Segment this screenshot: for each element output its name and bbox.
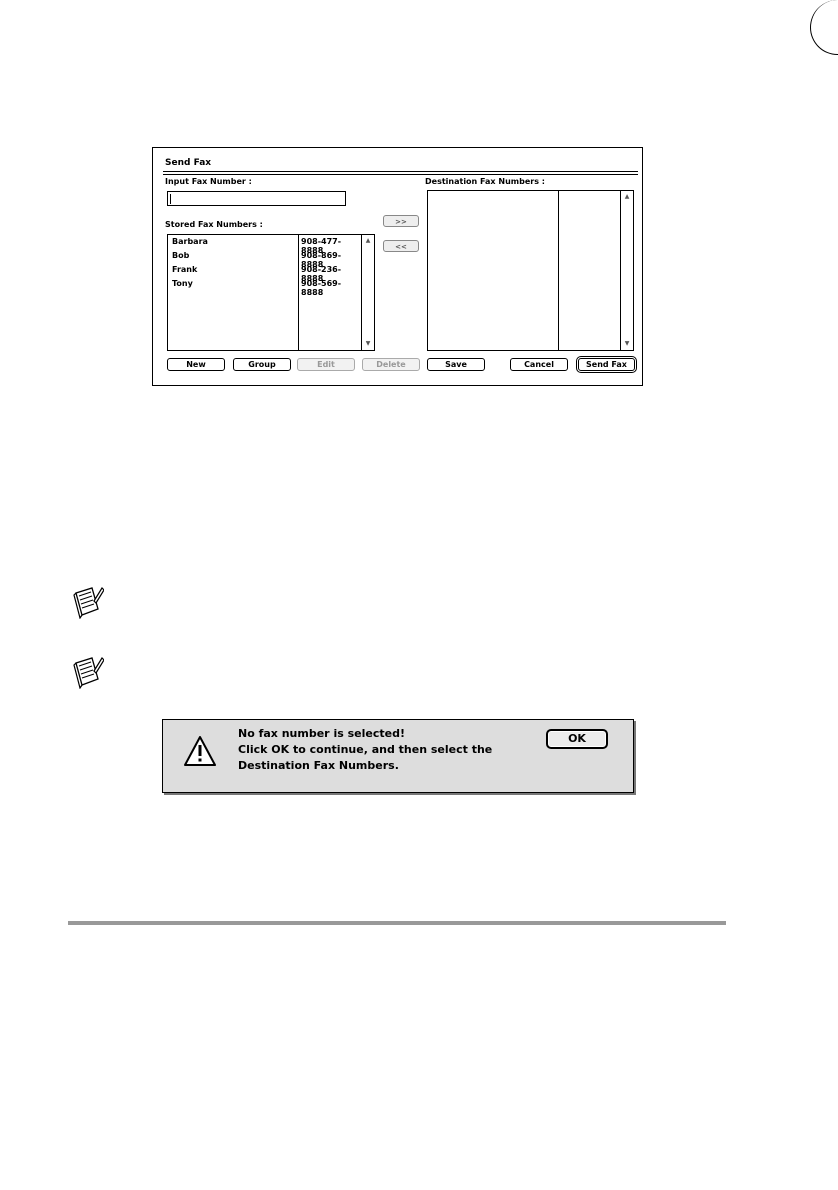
cancel-button[interactable]: Cancel [510,358,568,371]
list-item[interactable]: Frank 908-236-8888 [168,265,362,283]
column-divider [558,191,559,350]
entry-number: 908-569-8888 [301,279,342,297]
entry-name: Frank [172,265,198,274]
stored-fax-numbers-list[interactable]: Barbara 908-477-8888 Bob 908-869-8888 Fr… [167,234,375,351]
remove-from-destination-button[interactable]: << [383,240,419,252]
send-fax-dialog: Send Fax Input Fax Number : Destination … [152,147,643,386]
note-icon [73,587,104,619]
list-item[interactable]: Tony 908-569-8888 [168,279,362,297]
scroll-down-icon[interactable]: ▼ [621,339,633,349]
destination-fax-numbers-list[interactable]: ▲ ▼ [427,190,634,351]
destination-list-scrollbar[interactable]: ▲ ▼ [620,191,633,350]
destination-fax-numbers-label: Destination Fax Numbers : [425,177,545,186]
ok-button[interactable]: OK [546,729,608,749]
text-caret [170,194,171,204]
alert-message: No fax number is selected! Click OK to c… [238,726,492,774]
edit-button[interactable]: Edit [297,358,355,371]
new-button[interactable]: New [167,358,225,371]
scroll-down-icon[interactable]: ▼ [362,339,374,349]
list-item[interactable]: Bob 908-869-8888 [168,251,362,269]
page-edge-tab [810,0,838,55]
group-button[interactable]: Group [233,358,291,371]
warning-icon [184,736,216,766]
entry-name: Tony [172,279,193,288]
alert-line-3: Destination Fax Numbers. [238,759,399,772]
input-fax-number-field[interactable] [167,191,346,206]
add-to-destination-button[interactable]: >> [383,215,419,227]
send-fax-button[interactable]: Send Fax [576,356,637,373]
entry-name: Bob [172,251,190,260]
title-rule-2 [163,174,638,175]
save-button[interactable]: Save [427,358,485,371]
delete-button[interactable]: Delete [362,358,420,371]
entry-name: Barbara [172,237,208,246]
scroll-up-icon[interactable]: ▲ [362,236,374,246]
stored-list-scrollbar[interactable]: ▲ ▼ [361,235,374,350]
input-fax-number-label: Input Fax Number : [165,177,252,186]
title-rule [163,171,638,172]
note-icon [73,657,104,689]
list-item[interactable]: Barbara 908-477-8888 [168,237,362,255]
dialog-title: Send Fax [165,158,212,168]
no-fax-number-alert: No fax number is selected! Click OK to c… [162,719,634,793]
stored-fax-numbers-label: Stored Fax Numbers : [165,220,263,229]
section-divider [68,921,726,925]
alert-line-2: Click OK to continue, and then select th… [238,743,493,756]
scroll-up-icon[interactable]: ▲ [621,192,633,202]
alert-line-1: No fax number is selected! [238,727,405,740]
